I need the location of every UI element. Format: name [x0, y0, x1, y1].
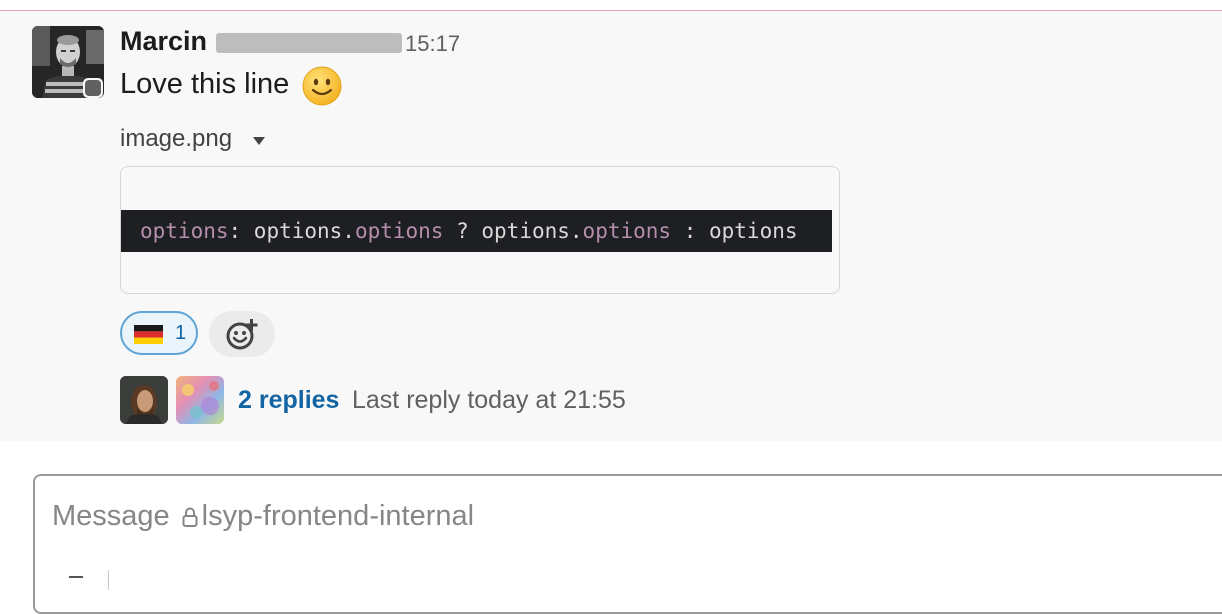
reaction-germany-flag[interactable]: 1: [120, 311, 198, 355]
last-reply-text: Last reply today at 21:55: [352, 386, 626, 414]
message-input[interactable]: Message lsyp-frontend-internal: [33, 474, 1222, 614]
lock-icon: [182, 507, 198, 528]
channel-name: lsyp-frontend-internal: [201, 500, 475, 532]
add-emoji-icon: [226, 319, 258, 350]
reply-avatar-2[interactable]: [176, 376, 224, 424]
image-preview[interactable]: options: options.options ? options.optio…: [120, 166, 840, 294]
message-timestamp[interactable]: 15:17: [405, 31, 460, 57]
code-token: ? options.: [443, 219, 583, 243]
formatting-icon[interactable]: [69, 576, 83, 588]
code-token-keyword: options: [582, 219, 672, 243]
code-token: : options: [671, 219, 798, 243]
reaction-count: 1: [175, 322, 187, 344]
presence-status-icon: [83, 78, 103, 98]
code-token-keyword: options: [354, 219, 444, 243]
code-snippet-image: options: options.options ? options.optio…: [121, 210, 832, 252]
code-token-keyword: options: [140, 219, 229, 243]
thread-replies-link[interactable]: 2 replies: [238, 386, 339, 415]
author-name[interactable]: Marcin: [120, 26, 207, 57]
add-reaction-button[interactable]: [209, 311, 275, 357]
message-text: Love this line: [120, 68, 290, 100]
attachment-filename[interactable]: image.png: [120, 125, 232, 153]
reply-avatar-1[interactable]: [120, 376, 168, 424]
code-token: : options.: [228, 219, 355, 243]
chevron-down-icon[interactable]: [253, 137, 265, 145]
message-input-placeholder: Message lsyp-frontend-internal: [52, 500, 475, 532]
germany-flag-icon: [134, 325, 163, 344]
redacted-surname: [216, 33, 402, 53]
smiley-emoji-icon: [302, 66, 342, 106]
toolbar-divider: [108, 570, 109, 590]
